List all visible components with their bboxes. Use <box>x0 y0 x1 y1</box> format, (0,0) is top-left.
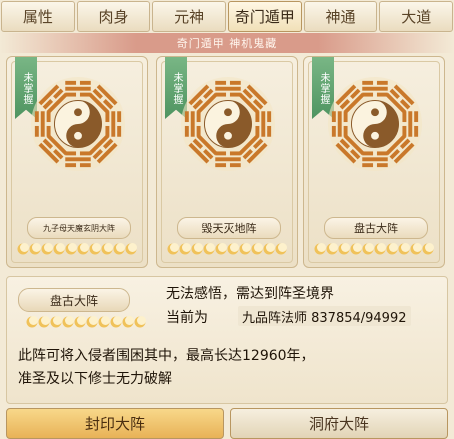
tab-divine-powers[interactable]: 神通 <box>303 1 378 32</box>
moon-star-icon <box>422 243 434 255</box>
moon-star-icon <box>362 243 374 255</box>
moon-star-icon <box>251 243 263 255</box>
moon-star-icon <box>65 243 77 255</box>
moon-star-icon <box>374 243 386 255</box>
moon-star-icon <box>350 243 362 255</box>
moon-star-icon <box>62 316 74 328</box>
moon-star-icon <box>215 243 227 255</box>
moon-star-icon <box>398 243 410 255</box>
moon-star-icon <box>275 243 287 255</box>
moon-star-icon <box>101 243 113 255</box>
current-label: 当前为 <box>166 310 208 326</box>
star-rating <box>17 243 137 255</box>
moon-star-icon <box>179 243 191 255</box>
bagua-yinyang-icon <box>30 76 126 172</box>
formation-card-1[interactable]: 未掌握 九子母天魔玄阴大阵 <box>6 56 148 268</box>
moon-star-icon <box>17 243 29 255</box>
tab-great-dao[interactable]: 大道 <box>379 1 454 32</box>
moon-star-icon <box>191 243 203 255</box>
star-rating <box>314 243 434 255</box>
moon-star-icon <box>239 243 251 255</box>
detail-formation-name: 盘古大阵 <box>18 288 130 312</box>
moon-star-icon <box>86 316 98 328</box>
moon-star-icon <box>386 243 398 255</box>
description-line-2: 准圣及以下修士无力破解 <box>18 371 172 387</box>
description-line-1: 此阵可将入侵者围困其中，最高长达12960年， <box>18 348 315 364</box>
tab-qimen-dunjia[interactable]: 奇门遁甲 <box>228 1 302 32</box>
detail-star-rating <box>26 316 146 328</box>
moon-star-icon <box>314 243 326 255</box>
moon-star-icon <box>227 243 239 255</box>
moon-star-icon <box>122 316 134 328</box>
formation-card-2[interactable]: 未掌握 毁天灭地阵 <box>156 56 298 268</box>
moon-star-icon <box>110 316 122 328</box>
tab-cave-formation[interactable]: 洞府大阵 <box>230 408 448 439</box>
moon-star-icon <box>203 243 215 255</box>
moon-star-icon <box>125 243 137 255</box>
moon-star-icon <box>410 243 422 255</box>
tab-body[interactable]: 肉身 <box>76 1 151 32</box>
moon-star-icon <box>167 243 179 255</box>
moon-star-icon <box>74 316 86 328</box>
star-rating <box>167 243 287 255</box>
moon-star-icon <box>326 243 338 255</box>
formation-name: 九子母天魔玄阴大阵 <box>27 217 131 239</box>
moon-star-icon <box>38 316 50 328</box>
moon-star-icon <box>263 243 275 255</box>
moon-star-icon <box>41 243 53 255</box>
moon-star-icon <box>53 243 65 255</box>
current-rank-badge: 九品阵法师 837854/94992 <box>238 306 411 326</box>
moon-star-icon <box>134 316 146 328</box>
bagua-yinyang-icon <box>327 76 423 172</box>
moon-star-icon <box>29 243 41 255</box>
section-subtitle: 奇门遁甲 神机鬼藏 <box>0 33 454 53</box>
moon-star-icon <box>89 243 101 255</box>
tab-attributes[interactable]: 属性 <box>1 1 75 32</box>
tab-spirit[interactable]: 元神 <box>152 1 227 32</box>
moon-star-icon <box>338 243 350 255</box>
formation-name: 毁天灭地阵 <box>177 217 281 239</box>
requirement-text: 无法感悟，需达到阵圣境界 <box>166 286 334 302</box>
moon-star-icon <box>77 243 89 255</box>
bagua-yinyang-icon <box>180 76 276 172</box>
moon-star-icon <box>113 243 125 255</box>
tab-seal-formation[interactable]: 封印大阵 <box>6 408 224 439</box>
formation-name: 盘古大阵 <box>324 217 428 239</box>
top-tabs: 属性 肉身 元神 奇门遁甲 神通 大道 <box>0 0 454 33</box>
moon-star-icon <box>26 316 38 328</box>
moon-star-icon <box>50 316 62 328</box>
formation-card-3[interactable]: 未掌握 盘古大阵 <box>303 56 445 268</box>
moon-star-icon <box>98 316 110 328</box>
